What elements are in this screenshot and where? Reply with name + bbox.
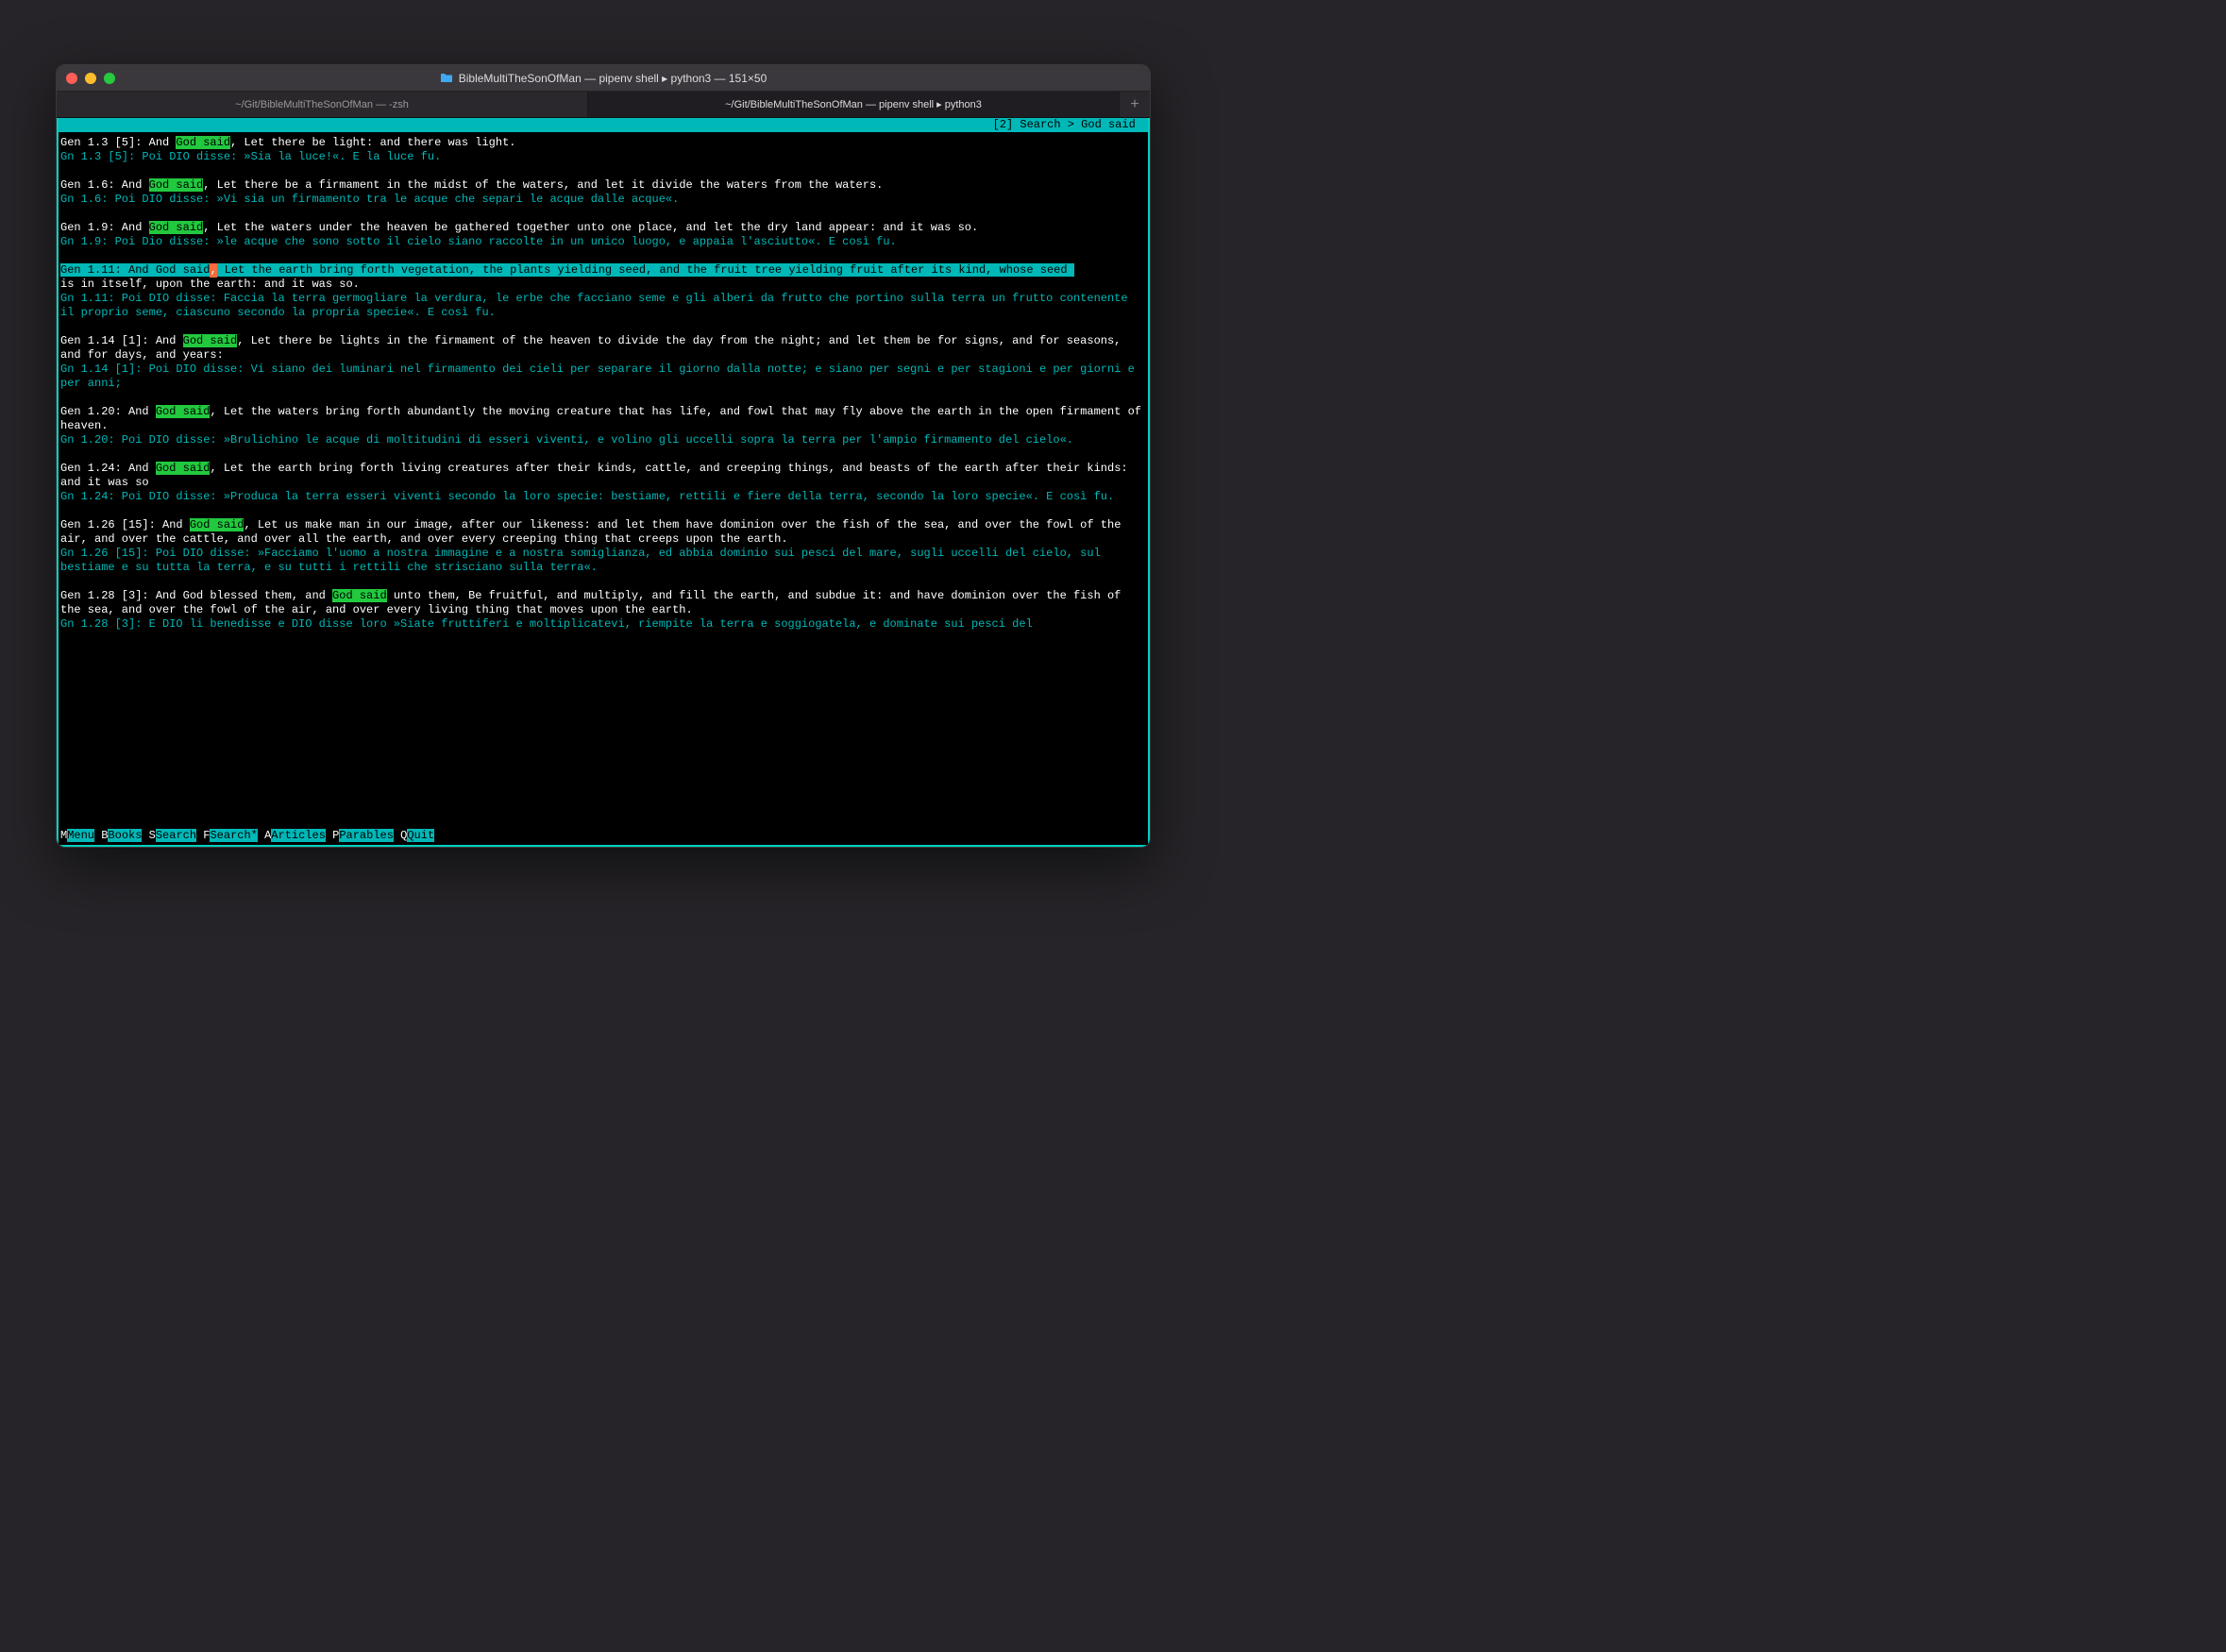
titlebar: BibleMultiTheSonOfMan — pipenv shell ▸ p… [57,65,1150,92]
tab-label: ~/Git/BibleMultiTheSonOfMan — pipenv she… [725,98,982,110]
search-result[interactable]: Gen 1.6: And God said, Let there be a fi… [60,178,1146,207]
menu-item-parables[interactable]: Parables [339,829,394,842]
tab-zsh[interactable]: ~/Git/BibleMultiTheSonOfMan — -zsh [57,92,588,117]
search-result[interactable]: Gen 1.28 [3]: And God blessed them, and … [60,589,1146,632]
window-title-text: BibleMultiTheSonOfMan — pipenv shell ▸ p… [459,72,767,85]
folder-icon [440,73,453,83]
search-result[interactable]: Gen 1.24: And God said, Let the earth br… [60,462,1146,504]
tab-label: ~/Git/BibleMultiTheSonOfMan — -zsh [235,99,409,110]
menu-item-quit[interactable]: Quit [407,829,434,842]
menu-item-search*[interactable]: Search* [210,829,257,842]
tab-add-button[interactable]: + [1120,92,1150,117]
window-title: BibleMultiTheSonOfMan — pipenv shell ▸ p… [57,72,1150,85]
terminal-body[interactable]: [2] Search > God said Gen 1.3 [5]: And G… [57,118,1150,847]
menu-item-books[interactable]: Books [108,829,142,842]
menu-item-search[interactable]: Search [156,829,196,842]
menu-bar: MMenu BBooks SSearch FSearch* AArticles … [60,829,1146,843]
status-bar: [2] Search > God said [59,118,1148,132]
tabbar: ~/Git/BibleMultiTheSonOfMan — -zsh ~/Git… [57,92,1150,118]
terminal-content: Gen 1.3 [5]: And God said, Let there be … [59,132,1148,632]
search-result[interactable]: Gen 1.14 [1]: And God said, Let there be… [60,334,1146,391]
menu-item-articles[interactable]: Articles [271,829,326,842]
terminal-window: BibleMultiTheSonOfMan — pipenv shell ▸ p… [56,64,1151,848]
menu-key: S [149,829,156,842]
search-result[interactable]: Gen 1.20: And God said, Let the waters b… [60,405,1146,447]
search-result[interactable]: Gen 1.26 [15]: And God said, Let us make… [60,518,1146,575]
search-result[interactable]: Gen 1.3 [5]: And God said, Let there be … [60,136,1146,164]
search-result[interactable]: Gen 1.9: And God said, Let the waters un… [60,221,1146,249]
search-result[interactable]: Gen 1.11: And God said, Let the earth br… [60,263,1146,320]
menu-item-menu[interactable]: Menu [67,829,94,842]
tab-python[interactable]: ~/Git/BibleMultiTheSonOfMan — pipenv she… [588,92,1120,117]
